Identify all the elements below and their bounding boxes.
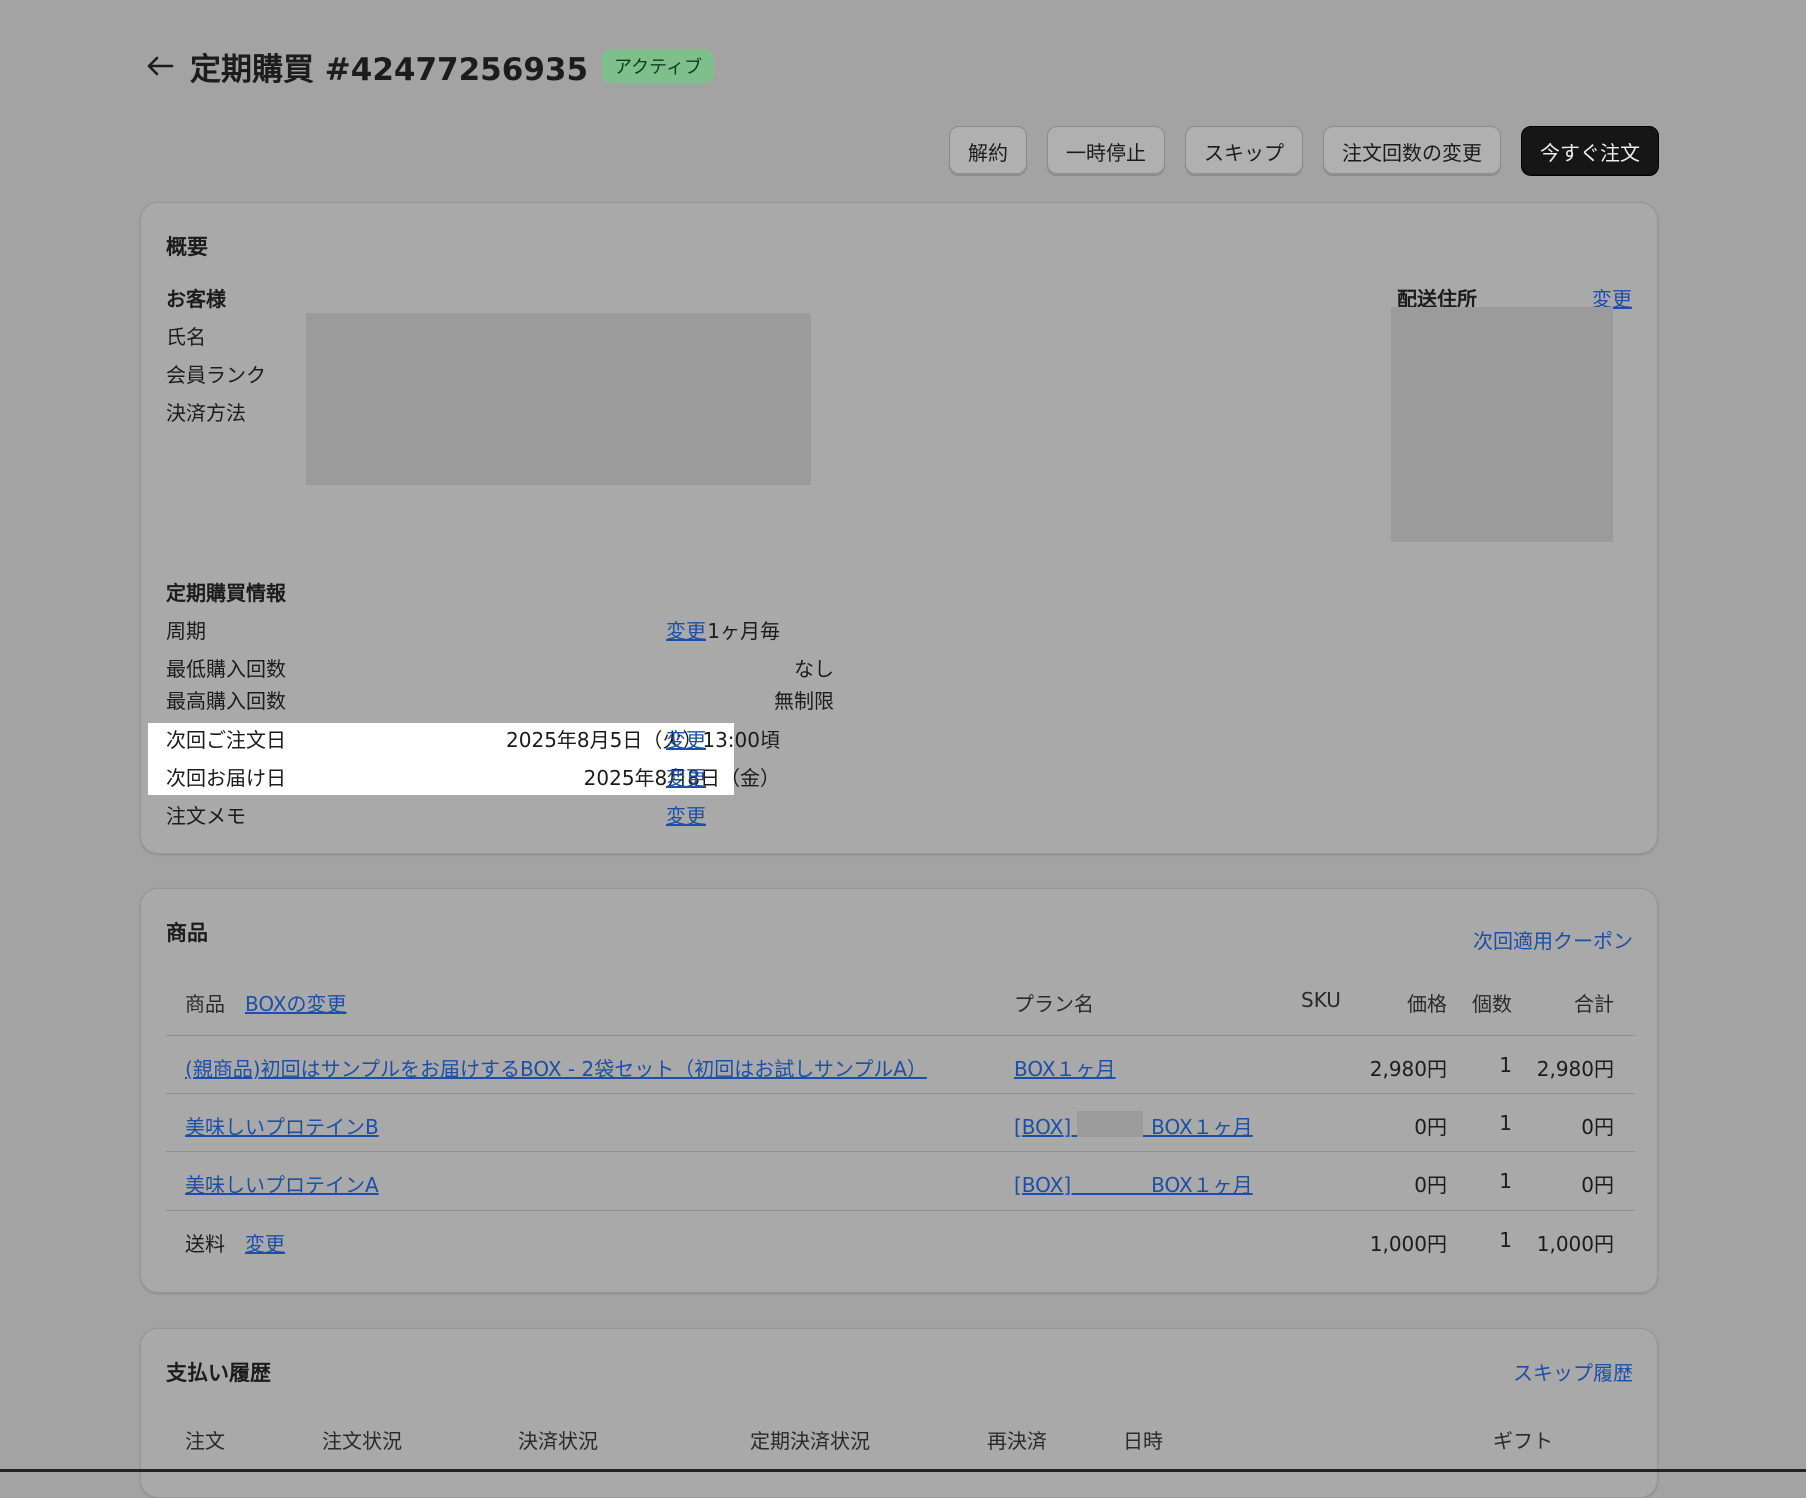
back-arrow-icon[interactable]: [140, 46, 180, 86]
plan-column-header: プラン名: [1014, 992, 1094, 1016]
status-badge: アクティブ: [602, 49, 715, 83]
max-purchase-label: 最高購入回数: [166, 689, 286, 713]
pause-button[interactable]: 一時停止: [1047, 126, 1165, 176]
next-order-date-value: 2025年8月5日（火）13:00頃: [506, 728, 780, 752]
change-order-count-button[interactable]: 注文回数の変更: [1323, 126, 1501, 176]
min-purchase-label: 最低購入回数: [166, 657, 286, 681]
row-qty: 1: [1499, 1111, 1512, 1135]
price-column-header: 価格: [1407, 992, 1447, 1016]
shipping-fee-label: 送料: [185, 1232, 225, 1256]
cycle-change-link[interactable]: 変更: [666, 615, 706, 644]
order-memo-change-link[interactable]: 変更: [666, 800, 706, 829]
page-title: 定期購買 #42477256935: [190, 51, 589, 88]
row-total: 0円: [1581, 1115, 1614, 1139]
order-now-button[interactable]: 今すぐ注文: [1521, 126, 1659, 176]
plan-name-link[interactable]: BOX１ヶ月: [1014, 1053, 1116, 1082]
redacted-plan-text: [1077, 1111, 1143, 1137]
payment-history-title: 支払い履歴: [166, 1361, 271, 1385]
customer-name-label: 氏名: [166, 325, 206, 349]
gift-column-header: ギフト: [1493, 1429, 1553, 1453]
product-name-link[interactable]: 美味しいプロテインB: [185, 1111, 379, 1140]
customer-section-title: お客様: [166, 287, 226, 311]
order-memo-label: 注文メモ: [166, 804, 246, 828]
box-change-link[interactable]: BOXの変更: [245, 988, 347, 1017]
product-column-header: 商品: [185, 992, 225, 1016]
retry-payment-column-header: 再決済: [987, 1429, 1047, 1453]
overview-title: 概要: [166, 235, 208, 259]
redacted-customer-info: [306, 313, 811, 485]
row-qty: 1: [1499, 1053, 1512, 1077]
subscription-info-title: 定期購買情報: [166, 581, 286, 605]
row-price: 0円: [1414, 1173, 1447, 1197]
row-qty: 1: [1499, 1169, 1512, 1193]
products-card: 商品 次回適用クーポン 商品 BOXの変更 プラン名 SKU 価格 個数 合計 …: [140, 888, 1658, 1293]
payment-method-label: 決済方法: [166, 401, 246, 425]
shipping-fee-total: 1,000円: [1536, 1232, 1614, 1256]
skip-button[interactable]: スキップ: [1185, 126, 1303, 176]
product-name-link[interactable]: 美味しいプロテインA: [185, 1169, 379, 1198]
table-divider: [166, 1151, 1635, 1152]
qty-column-header: 個数: [1472, 992, 1512, 1016]
redacted-shipping-address: [1391, 307, 1613, 542]
min-purchase-value: なし: [794, 657, 834, 681]
recurring-payment-status-column-header: 定期決済状況: [750, 1429, 870, 1453]
table-divider: [166, 1093, 1635, 1094]
table-divider: [166, 1035, 1635, 1036]
page-header: 定期購買 #42477256935 アクティブ: [140, 44, 715, 88]
next-delivery-date-label: 次回お届け日: [166, 766, 286, 790]
shipping-fee-price: 1,000円: [1369, 1232, 1447, 1256]
next-coupon-link[interactable]: 次回適用クーポン: [1473, 925, 1633, 954]
shipping-fee-change-link[interactable]: 変更: [245, 1228, 285, 1257]
order-column-header: 注文: [185, 1429, 225, 1453]
payment-status-column-header: 決済状況: [518, 1429, 598, 1453]
row-price: 2,980円: [1369, 1057, 1447, 1081]
cancel-subscription-button[interactable]: 解約: [949, 126, 1027, 176]
next-order-date-label: 次回ご注文日: [166, 728, 286, 752]
row-total: 0円: [1581, 1173, 1614, 1197]
row-price: 0円: [1414, 1115, 1447, 1139]
order-status-column-header: 注文状況: [322, 1429, 402, 1453]
cycle-value: 1ヶ月毎: [707, 619, 780, 643]
skip-history-link[interactable]: スキップ履歴: [1513, 1357, 1633, 1386]
member-rank-label: 会員ランク: [166, 363, 266, 387]
action-toolbar: 解約 一時停止 スキップ 注文回数の変更 今すぐ注文: [949, 126, 1659, 176]
shipping-fee-qty: 1: [1499, 1228, 1512, 1252]
row-total: 2,980円: [1536, 1057, 1614, 1081]
cycle-label: 周期: [166, 619, 206, 643]
sku-column-header: SKU: [1301, 988, 1341, 1012]
next-order-date-change-link[interactable]: 変更: [666, 724, 706, 753]
total-column-header: 合計: [1574, 992, 1614, 1016]
next-delivery-date-change-link[interactable]: 変更: [666, 762, 706, 791]
datetime-column-header: 日時: [1123, 1429, 1163, 1453]
table-divider: [166, 1210, 1635, 1211]
payment-history-card: 支払い履歴 スキップ履歴 注文 注文状況 決済状況 定期決済状況 再決済 日時 …: [140, 1328, 1658, 1498]
max-purchase-value: 無制限: [774, 689, 834, 713]
plan-name-link[interactable]: [BOX] BOX１ヶ月: [1014, 1169, 1253, 1198]
overview-card: 概要 お客様 氏名 会員ランク 決済方法 配送住所 変更 定期購買情報 周期 1…: [140, 202, 1658, 854]
products-title: 商品: [166, 921, 208, 945]
product-name-link[interactable]: (親商品)初回はサンプルをお届けするBOX - 2袋セット（初回はお試しサンプル…: [185, 1053, 927, 1082]
